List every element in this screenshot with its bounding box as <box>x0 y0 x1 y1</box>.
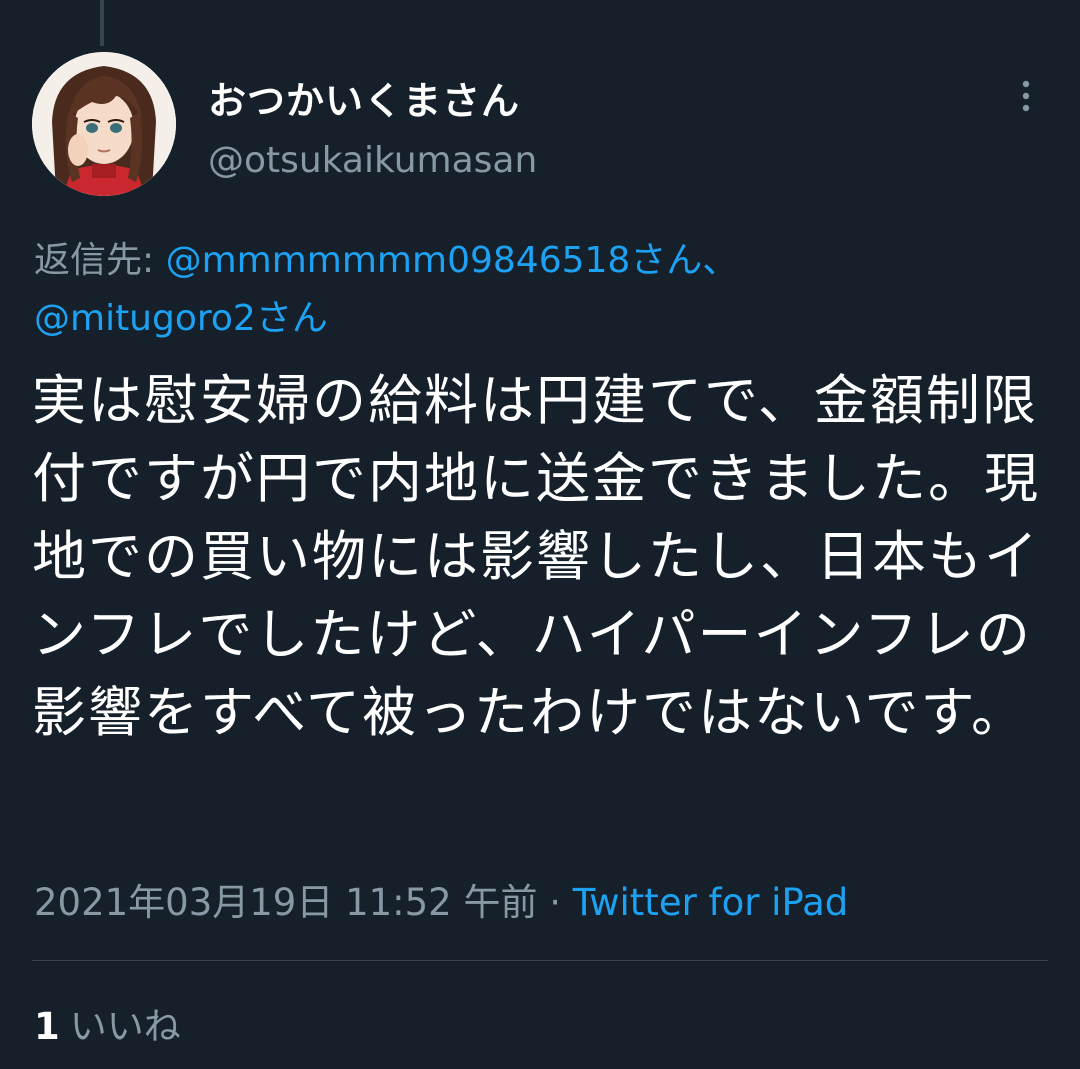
thread-connector-line <box>100 0 104 46</box>
likes-label: いいね <box>69 1005 181 1048</box>
reply-to-prefix: 返信先: <box>34 240 155 281</box>
tweet-meta: 2021年03月19日 11:52 午前 · Twitter for iPad <box>34 872 848 926</box>
reply-mention-link[interactable]: @mitugoro2さん <box>34 298 328 339</box>
more-vertical-icon[interactable] <box>1014 76 1038 116</box>
tweet-source-link[interactable]: Twitter for iPad <box>573 881 849 924</box>
tweet-text: 実は慰安婦の給料は円建てで、金額制限付ですが円で内地に送金できました。現地での買… <box>32 369 1040 744</box>
author-display-name[interactable]: おつかいくまさん <box>208 70 520 125</box>
likes-stat[interactable]: 1 いいね <box>34 996 181 1050</box>
meta-separator: · <box>549 881 562 924</box>
tweet-timestamp[interactable]: 2021年03月19日 11:52 午前 <box>34 881 537 924</box>
likes-count: 1 <box>34 1005 60 1048</box>
reply-to-line: 返信先: @mmmmmmm09846518さん、 @mitugoro2さん <box>34 232 1044 348</box>
divider <box>32 960 1048 961</box>
avatar[interactable] <box>32 52 176 196</box>
author-handle[interactable]: @otsukaikumasan <box>208 140 537 181</box>
avatar-image <box>32 52 176 196</box>
reply-mention-link[interactable]: @mmmmmmm09846518さん、 <box>166 240 739 281</box>
